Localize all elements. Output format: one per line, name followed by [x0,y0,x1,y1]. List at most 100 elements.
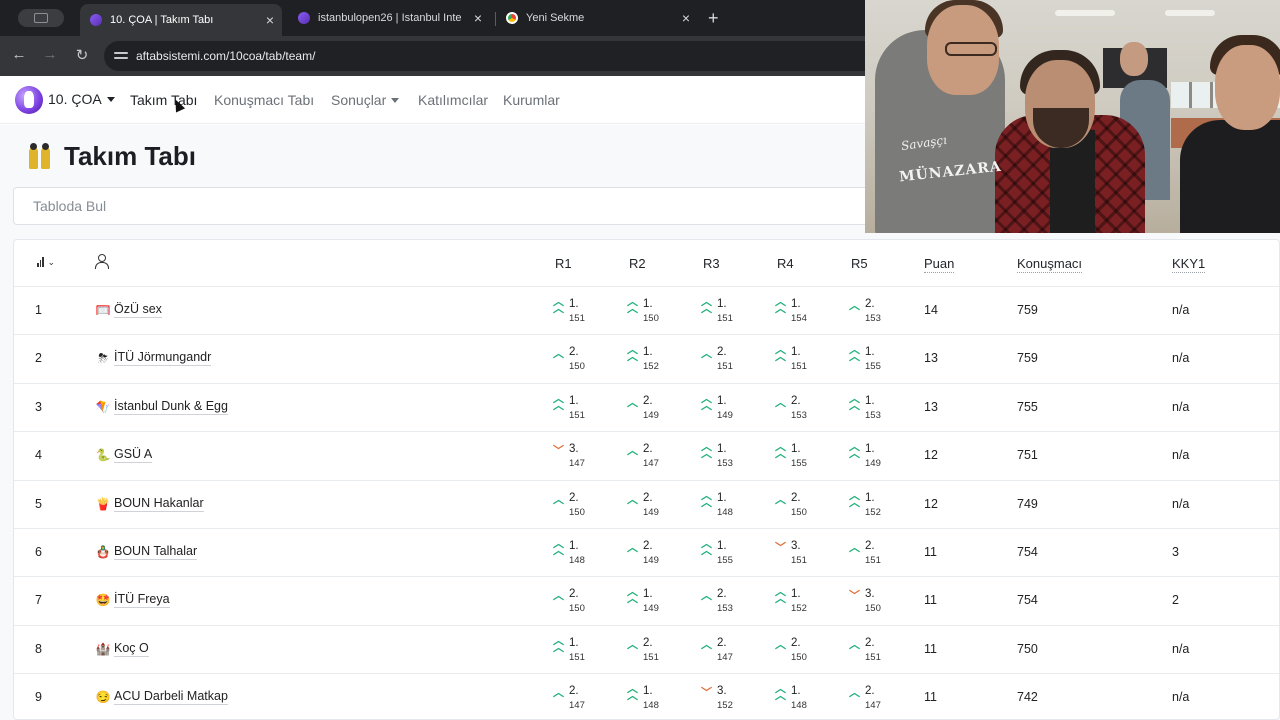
round-5-result[interactable]: ︿ ︿ 1. 152 [848,489,892,521]
points-cell: 11 [924,690,937,705]
brand-dropdown[interactable]: 10. ÇOA [48,91,115,107]
webcam-overlay: Savaşçı MÜNAZARA [865,0,1280,233]
round-3-result[interactable]: ︿ ︿ 1. 153 [700,440,744,472]
forward-arrow-icon[interactable]: → [40,46,60,63]
header-r5[interactable]: R5 [851,256,868,271]
tab-group-button[interactable] [18,9,64,27]
round-1-result[interactable]: ︿ ︿ 1. 148 [552,537,596,569]
team-name-link[interactable]: BOUN Hakanlar [114,496,204,512]
team-users-icon[interactable] [95,254,111,269]
browser-tab-active[interactable]: 10. ÇOA | Takım Tabı × [80,4,282,36]
round-3-result[interactable]: ︿ ︿ 1. 151 [700,295,744,327]
round-3-result[interactable]: ︿ 2. 151 [700,343,744,375]
header-r3[interactable]: R3 [703,256,720,271]
round-3-result[interactable]: ﹀ 3. 152 [700,682,744,714]
round-4-result[interactable]: ︿ 2. 150 [774,489,818,521]
nav-link-institutions[interactable]: Kurumlar [503,92,560,108]
round-5-result[interactable]: ︿ ︿ 1. 149 [848,440,892,472]
header-r1[interactable]: R1 [555,256,572,271]
team-name-link[interactable]: GSÜ A [114,447,153,464]
new-tab-plus-icon[interactable]: + [708,8,719,29]
round-1-result[interactable]: ︿ 2. 150 [552,489,596,521]
round-4-result[interactable]: ﹀ 3. 151 [774,537,818,569]
round-3-result[interactable]: ︿ ︿ 1. 148 [700,489,744,521]
double-chevron-up-icon: ︿ ︿ [553,392,564,412]
round-2-result[interactable]: ︿ ︿ 1. 152 [626,343,670,375]
round-5-result[interactable]: ︿ 2. 151 [848,537,892,569]
round-3-result[interactable]: ︿ ︿ 1. 155 [700,537,744,569]
round-5-result[interactable]: ︿ 2. 153 [848,295,892,327]
round-2-result[interactable]: ︿ 2. 147 [626,440,670,472]
close-tab-icon[interactable]: × [474,10,482,26]
chevron-up-icon: ︿ [701,348,712,361]
header-kky1[interactable]: KKY1 [1172,256,1206,273]
round-5-result[interactable]: ︿ ︿ 1. 155 [848,343,892,375]
team-name-link[interactable]: BOUN Talhalar [114,544,198,560]
double-chevron-up-icon: ︿ ︿ [701,441,712,461]
header-r2[interactable]: R2 [629,256,646,271]
round-4-result[interactable]: ︿ ︿ 1. 148 [774,682,818,714]
close-tab-icon[interactable]: × [266,12,274,28]
site-info-icon[interactable] [114,49,128,63]
chevron-up-icon: ︿ [849,687,860,700]
reload-icon[interactable]: ↻ [72,46,92,64]
round-3-result[interactable]: ︿ ︿ 1. 149 [700,392,744,424]
round-1-result[interactable]: ︿ 2. 150 [552,585,596,617]
kky1-cell: n/a [1172,399,1190,414]
round-5-result[interactable]: ︿ 2. 151 [848,634,892,666]
tournament-logo-icon[interactable] [15,86,43,114]
round-2-result[interactable]: ︿ 2. 149 [626,489,670,521]
header-points[interactable]: Puan [924,256,955,273]
browser-tab[interactable]: Yeni Sekme × [496,4,698,32]
double-chevron-up-icon: ︿ ︿ [701,538,712,557]
round-1-result[interactable]: ︿ 2. 147 [552,682,596,714]
team-name-link[interactable]: ACU Darbeli Matkap [114,689,228,706]
round-2-result[interactable]: ︿ ︿ 1. 149 [626,585,670,617]
chevron-up-icon: ︿ [627,638,638,651]
round-5-result[interactable]: ︿ 2. 147 [848,682,892,714]
round-2-result[interactable]: ︿ 2. 151 [626,634,670,666]
round-1-result[interactable]: ︿ ︿ 1. 151 [552,634,596,666]
nav-dropdown-results[interactable]: Sonuçlar [331,92,400,108]
round-1-result[interactable]: ﹀ 3. 147 [552,440,596,472]
round-1-result[interactable]: ︿ ︿ 1. 151 [552,392,596,424]
round-4-result[interactable]: ︿ 2. 153 [774,392,818,424]
round-4-result[interactable]: ︿ ︿ 1. 154 [774,295,818,327]
rank-sort-icon[interactable]: ⌄ [37,256,55,267]
round-2-result[interactable]: ︿ 2. 149 [626,392,670,424]
round-5-result[interactable]: ﹀ 3. 150 [848,585,892,617]
round-placement: 1. [791,588,801,601]
round-4-result[interactable]: ︿ ︿ 1. 152 [774,585,818,617]
round-4-result[interactable]: ︿ 2. 150 [774,634,818,666]
header-speaker-score[interactable]: Konuşmacı [1017,256,1083,273]
round-speaker-score: 155 [717,555,733,566]
address-bar[interactable]: aftabsistemi.com/10coa/tab/team/ [104,41,964,71]
round-5-result[interactable]: ︿ ︿ 1. 153 [848,392,892,424]
team-name-link[interactable]: İTÜ Jörmungandr [114,350,212,367]
caret-down-icon [106,97,115,102]
url-text: aftabsistemi.com/10coa/tab/team/ [136,49,316,63]
nav-link-team-tab[interactable]: Takım Tabı [130,92,197,108]
round-1-result[interactable]: ︿ 2. 150 [552,343,596,375]
round-3-result[interactable]: ︿ 2. 147 [700,634,744,666]
nav-link-participants[interactable]: Katılımcılar [418,92,488,108]
round-2-result[interactable]: ︿ ︿ 1. 150 [626,295,670,327]
round-3-result[interactable]: ︿ 2. 153 [700,585,744,617]
team-name-link[interactable]: Koç O [114,641,149,657]
round-2-result[interactable]: ︿ ︿ 1. 148 [626,682,670,714]
browser-tab[interactable]: istanbulopen26 | Istanbul Inte × [288,4,490,32]
team-name-link[interactable]: İTÜ Freya [114,592,170,609]
header-r4[interactable]: R4 [777,256,794,271]
team-name-link[interactable]: İstanbul Dunk & Egg [114,399,228,415]
double-chevron-up-icon: ︿ ︿ [775,586,786,606]
round-2-result[interactable]: ︿ 2. 149 [626,537,670,569]
close-tab-icon[interactable]: × [682,10,690,26]
round-4-result[interactable]: ︿ ︿ 1. 155 [774,440,818,472]
team-name-link[interactable]: ÖzÜ sex [114,302,162,318]
back-arrow-icon[interactable]: ← [9,46,29,63]
round-4-result[interactable]: ︿ ︿ 1. 151 [774,343,818,375]
round-1-result[interactable]: ︿ ︿ 1. 151 [552,295,596,327]
tab-overview-icon [34,13,48,23]
nav-link-speaker-tab[interactable]: Konuşmacı Tabı [214,92,314,108]
speaker-score-cell: 754 [1017,545,1038,559]
